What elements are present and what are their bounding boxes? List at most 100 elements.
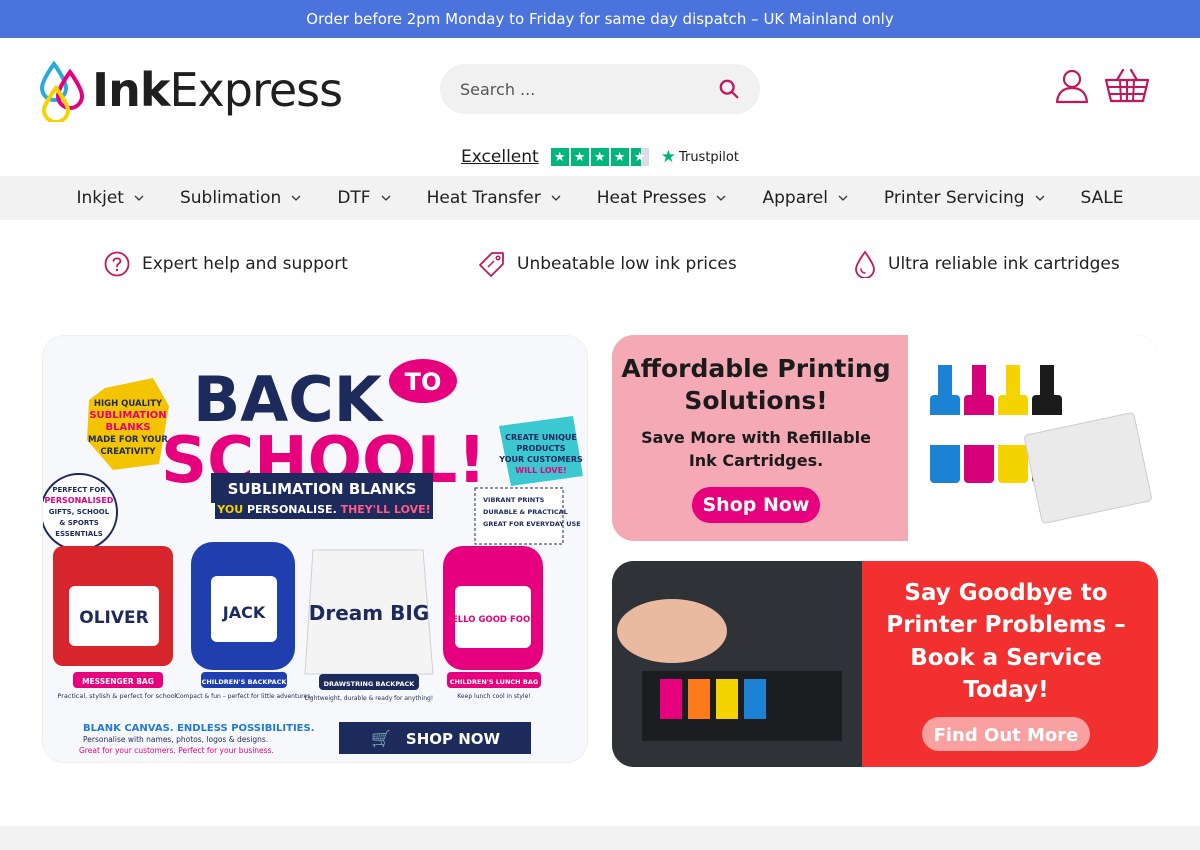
cart-icon: 🛒 [371,729,391,748]
site-header: InkExpress Excellent ★ ★ ★ ★ ★ ★Trustpil… [0,38,1200,176]
nav-item-sale[interactable]: SALE [1063,176,1142,220]
nav-item-label: Apparel [762,188,828,208]
ink-drop-icon [855,250,875,278]
svg-text:CREATIVITY: CREATIVITY [100,447,156,457]
svg-text:MESSENGER BAG: MESSENGER BAG [82,677,154,686]
star-icon: ★ [590,148,609,166]
usp-text: Ultra reliable ink cartridges [888,254,1120,274]
logo-wordmark: InkExpress [92,67,343,113]
svg-text:GIFTS, SCHOOL: GIFTS, SCHOOL [49,508,110,516]
star-icon: ★ [570,148,589,166]
logo-word-ink: Ink [92,63,170,117]
refillable-ink-art: Affordable Printing Solutions! Save More… [612,335,1158,541]
chevron-down-icon [134,195,144,201]
svg-text:Keep lunch cool in style!: Keep lunch cool in style! [457,693,530,700]
chevron-down-icon [291,195,301,201]
back-to-school-banner[interactable]: BACK TO SCHOOL! SUBLIMATION BLANKS YOU P… [42,335,588,763]
service-line2: Printer Problems – [886,612,1126,638]
ink-drops-icon [40,60,84,122]
product-art-oliver: OLIVER [79,608,148,628]
svg-text:DRAWSTRING BACKPACK: DRAWSTRING BACKPACK [324,680,416,688]
svg-text:PERFECT FOR: PERFECT FOR [52,486,106,494]
nav-item-printer-servicing[interactable]: Printer Servicing [866,176,1063,220]
svg-text:CREATE UNIQUE: CREATE UNIQUE [505,433,577,442]
ribbon-personalise: YOU PERSONALISE. THEY'LL LOVE! [216,503,430,516]
nav-item-dtf[interactable]: DTF [319,176,408,220]
trustpilot-star-icon: ★ [660,147,676,167]
trustpilot-logo: ★ Trustpilot [661,147,739,167]
school-shop-now-button[interactable]: SHOP NOW [406,730,501,748]
price-tag-icon [479,251,504,277]
svg-text:YOUR CUSTOMERS: YOUR CUSTOMERS [498,455,583,464]
account-icon[interactable] [1054,68,1090,104]
chevron-down-icon [1035,195,1045,201]
svg-text:& SPORTS: & SPORTS [59,519,99,527]
nav-item-heat-presses[interactable]: Heat Presses [579,176,745,220]
svg-text:MADE FOR YOUR: MADE FOR YOUR [88,435,168,445]
svg-text:Practical, stylish & perfect f: Practical, stylish & perfect for school. [57,692,178,700]
service-line3: Book a Service [910,645,1102,671]
nav-item-heat-transfer[interactable]: Heat Transfer [409,176,579,220]
logo-word-express: Express [169,63,343,117]
ribbon-sublimation-blanks: SUBLIMATION BLANKS [228,480,417,498]
site-logo[interactable]: InkExpress [40,56,343,124]
nav-item-apparel[interactable]: Apparel [744,176,865,220]
svg-text:WILL LOVE!: WILL LOVE! [515,466,566,475]
product-art-hello-good-food: HELLO GOOD FOOD! [445,615,541,625]
announcement-text: Order before 2pm Monday to Friday for sa… [306,10,894,28]
svg-text:GREAT FOR EVERYDAY USE: GREAT FOR EVERYDAY USE [483,520,581,528]
svg-text:PRODUCTS: PRODUCTS [516,444,565,453]
nav-item-label: Printer Servicing [883,188,1025,208]
svg-text:Personalise with names, photos: Personalise with names, photos, logos & … [83,735,268,744]
refill-title-line2: Solutions! [684,386,827,415]
service-line1: Say Goodbye to [904,580,1107,606]
nav-item-sublimation[interactable]: Sublimation [162,176,319,220]
svg-text:HIGH QUALITY: HIGH QUALITY [94,399,163,409]
svg-text:SUBLIMATION: SUBLIMATION [89,410,166,421]
nav-item-label: SALE [1080,188,1124,208]
star-icon: ★ [610,148,629,166]
announcement-bar: Order before 2pm Monday to Friday for sa… [0,0,1200,38]
half-star-icon: ★ [630,148,649,166]
svg-text:VIBRANT PRINTS: VIBRANT PRINTS [483,496,545,504]
svg-text:Compact & fun – perfect for li: Compact & fun – perfect for little adven… [176,693,312,700]
svg-text:Great for your customers. Perf: Great for your customers. Perfect for yo… [79,746,274,755]
back-to-school-art: BACK TO SCHOOL! SUBLIMATION BLANKS YOU P… [43,336,587,762]
question-icon [104,251,130,277]
nav-item-label: DTF [337,188,371,208]
svg-text:BLANK CANVAS. ENDLESS POSSIBIL: BLANK CANVAS. ENDLESS POSSIBILITIES. [83,723,315,734]
usp-text: Unbeatable low ink prices [517,254,737,274]
basket-icon[interactable] [1104,68,1150,104]
refill-sub-line2: Ink Cartridges. [689,451,823,470]
printer-service-art: Say Goodbye to Printer Problems – Book a… [612,561,1158,767]
service-line4: Today! [963,677,1048,703]
usp-expert-help: Expert help and support [104,246,348,282]
search-box [440,64,760,114]
printer-service-banner[interactable]: Say Goodbye to Printer Problems – Book a… [612,561,1158,767]
svg-text:PERSONALISED: PERSONALISED [45,496,114,505]
footer-strip [0,826,1200,850]
nav-item-label: Heat Presses [596,188,707,208]
nav-item-inkjet[interactable]: Inkjet [58,176,161,220]
refill-shop-now-button[interactable]: Shop Now [703,494,810,516]
svg-text:CHILDREN'S LUNCH BAG: CHILDREN'S LUNCH BAG [450,678,538,686]
svg-text:DURABLE & PRACTICAL: DURABLE & PRACTICAL [483,508,568,516]
trustpilot-rating-label[interactable]: Excellent [461,147,539,167]
usp-reliable-cartridges: Ultra reliable ink cartridges [854,246,1120,282]
trustpilot-stars: ★ ★ ★ ★ ★ [550,148,649,166]
svg-text:BLANKS: BLANKS [105,422,150,433]
star-icon: ★ [550,148,569,166]
find-out-more-button[interactable]: Find Out More [934,725,1079,746]
nav-item-label: Inkjet [76,188,124,208]
refill-sub-line1: Save More with Refillable [641,428,871,447]
product-art-dream-big: Dream BIG [309,601,429,625]
usp-low-prices: Unbeatable low ink prices [478,246,737,282]
chevron-down-icon [551,195,561,201]
search-icon[interactable] [718,78,740,100]
product-art-jack: JACK [222,603,266,622]
title-to: TO [405,368,442,396]
refillable-ink-banner[interactable]: Affordable Printing Solutions! Save More… [612,335,1158,541]
trustpilot-widget[interactable]: Excellent ★ ★ ★ ★ ★ ★ Trustpilot [0,142,1200,172]
usp-text: Expert help and support [142,254,348,274]
search-input[interactable] [460,79,718,99]
